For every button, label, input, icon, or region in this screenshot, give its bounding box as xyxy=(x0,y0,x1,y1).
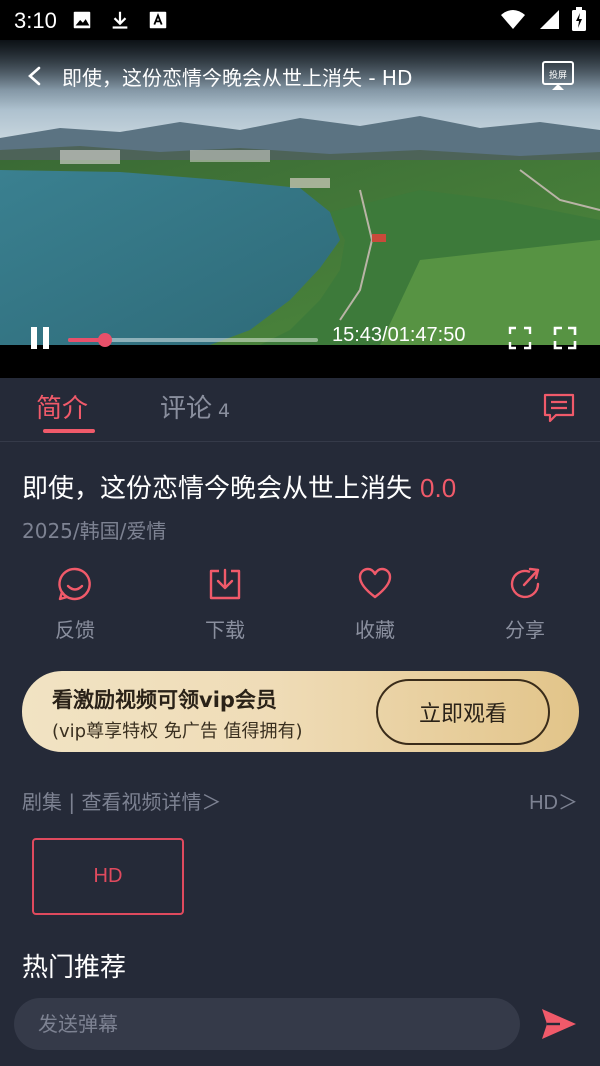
feedback-smile-icon xyxy=(58,567,91,601)
download-icon xyxy=(209,568,241,600)
share-icon xyxy=(510,567,540,599)
vip-subtitle: (vip尊享特权 免广告 值得拥有) xyxy=(52,721,303,742)
crop-frame-icon xyxy=(508,326,532,350)
download-button[interactable]: 下载 xyxy=(175,566,275,646)
episode-item[interactable]: HD xyxy=(32,838,184,915)
watch-now-button[interactable]: 立即观看 xyxy=(376,679,550,745)
favorite-button[interactable]: 收藏 xyxy=(325,566,425,646)
video-player[interactable]: 3:10 即使，这份恋情今晚会从世上消失 - HD 投屏 15:43/01:47… xyxy=(0,0,600,378)
danmaku-input[interactable] xyxy=(38,998,498,1050)
tab-comments[interactable]: 评论 4 xyxy=(160,388,230,425)
svg-text:投屏: 投屏 xyxy=(549,69,567,81)
tab-intro[interactable]: 简介 xyxy=(36,388,88,425)
episodes-header[interactable]: 剧集 | 查看视频详情＞ xyxy=(22,786,221,815)
back-button[interactable] xyxy=(8,52,62,100)
cast-icon: 投屏 xyxy=(542,61,574,90)
share-label: 分享 xyxy=(505,618,545,642)
time-display: 15:43/01:47:50 xyxy=(332,324,466,346)
battery-charging-icon xyxy=(572,6,586,36)
send-icon xyxy=(542,1009,576,1039)
progress-bar[interactable] xyxy=(68,333,318,347)
video-title: 即使，这份恋情今晚会从世上消失 - HD xyxy=(62,65,413,90)
vip-banner[interactable]: 看激励视频可领vip会员 (vip尊享特权 免广告 值得拥有) 立即观看 xyxy=(22,671,579,752)
pause-icon xyxy=(31,327,49,349)
video-info-title: 即使，这份恋情今晚会从世上消失 0.0 xyxy=(22,468,456,505)
heart-icon xyxy=(358,567,392,599)
player-topbar: 即使，这份恋情今晚会从世上消失 - HD 投屏 xyxy=(0,52,600,100)
danmaku-toggle-button[interactable] xyxy=(542,392,576,424)
tab-comments-label: 评论 xyxy=(160,394,213,424)
vip-title: 看激励视频可领vip会员 xyxy=(52,688,277,712)
detail-tabs: 简介 评论 4 xyxy=(0,378,600,442)
video-meta: 2025/韩国/爱情 xyxy=(22,519,167,543)
status-bar: 3:10 xyxy=(0,0,600,42)
comments-count: 4 xyxy=(218,400,231,422)
video-name: 即使，这份恋情今晚会从世上消失 xyxy=(22,474,413,504)
danmaku-input-container xyxy=(14,998,520,1050)
lock-screen-button[interactable] xyxy=(508,326,532,350)
player-controls: 15:43/01:47:50 xyxy=(0,316,600,358)
fullscreen-icon xyxy=(553,326,577,350)
recommend-title: 热门推荐 xyxy=(22,953,127,983)
image-icon xyxy=(71,9,95,33)
progress-knob[interactable] xyxy=(98,333,112,347)
share-button[interactable]: 分享 xyxy=(475,566,575,646)
tab-active-indicator xyxy=(43,429,95,433)
cast-button[interactable]: 投屏 xyxy=(540,58,576,94)
download-label: 下载 xyxy=(205,618,245,642)
feedback-label: 反馈 xyxy=(55,618,95,642)
action-row: 反馈 下载 收藏 分享 xyxy=(0,566,600,646)
message-icon xyxy=(543,393,575,423)
status-time: 3:10 xyxy=(14,8,57,33)
chevron-left-icon xyxy=(28,66,41,86)
favorite-label: 收藏 xyxy=(355,618,395,642)
feedback-button[interactable]: 反馈 xyxy=(25,566,125,646)
fullscreen-button[interactable] xyxy=(553,326,577,350)
pause-button[interactable] xyxy=(28,326,52,350)
video-score: 0.0 xyxy=(420,473,457,503)
download-icon xyxy=(109,9,133,33)
wifi-icon xyxy=(500,8,526,35)
send-button[interactable] xyxy=(540,1006,578,1042)
signal-icon xyxy=(538,8,560,35)
a-box-icon xyxy=(147,9,171,33)
quality-selector[interactable]: HD＞ xyxy=(529,786,578,815)
